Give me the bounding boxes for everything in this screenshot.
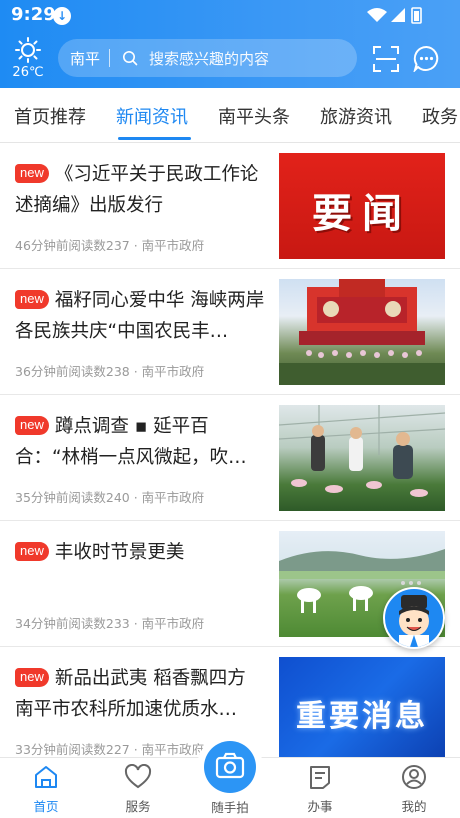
news-title-text: 新品出武夷 稻香飘四方 南平市农科所加速优质水…	[15, 668, 246, 720]
nav-profile[interactable]: 我的	[382, 764, 446, 815]
news-title[interactable]: new 丰收时节景更美	[15, 537, 267, 568]
news-title-text: 蹲点调查 ▪ 延平百合：“林梢一点风微起，吹…	[15, 416, 247, 468]
new-badge: new	[15, 542, 49, 561]
search-input[interactable]: 搜索感兴趣的内容	[149, 48, 269, 69]
tab-home-recommend[interactable]: 首页推荐	[14, 103, 86, 129]
snapshot-camera-button[interactable]	[204, 741, 256, 793]
nav-home[interactable]: 首页	[14, 764, 78, 815]
tab-nanping-headlines[interactable]: 南平头条	[218, 103, 290, 129]
user-icon	[402, 765, 426, 789]
download-icon: ↓	[53, 7, 71, 25]
app-screen: 9:29 ↓ 26℃ 南平 搜索感兴趣的内容 首页推荐 新闻资讯 南平头条 旅游…	[0, 0, 460, 818]
news-title[interactable]: new 福籽同心爱中华 海峡两岸各民族共庆“中国农民丰…	[15, 285, 267, 347]
city-selector[interactable]: 南平	[70, 48, 100, 69]
status-bar: 9:29 ↓	[0, 0, 460, 30]
news-item[interactable]: new 《习近平关于民政工作论述摘编》出版发行 46分钟前阅读数237 · 南平市…	[0, 143, 460, 269]
mascot-avatar-icon	[399, 595, 429, 647]
heart-icon	[124, 763, 152, 789]
news-meta: 35分钟前阅读数240 · 南平市政府	[15, 490, 205, 505]
search-bar[interactable]: 南平 搜索感兴趣的内容	[58, 39, 357, 77]
category-tabs: 首页推荐 新闻资讯 南平头条 旅游资讯 政务	[0, 88, 460, 142]
nav-affairs-label: 办事	[307, 799, 333, 814]
thumbnail-text: 要闻	[312, 190, 412, 237]
assistant-mascot-button[interactable]	[383, 587, 445, 649]
nav-profile-label: 我的	[401, 799, 427, 814]
header: 9:29 ↓ 26℃ 南平 搜索感兴趣的内容	[0, 0, 460, 88]
news-title[interactable]: new 《习近平关于民政工作论述摘编》出版发行	[15, 159, 267, 221]
message-icon[interactable]	[413, 45, 440, 72]
greenhouse-photo	[279, 405, 445, 497]
home-icon	[35, 766, 57, 788]
sun-icon	[15, 37, 41, 63]
news-meta: 36分钟前阅读数238 · 南平市政府	[15, 364, 205, 379]
search-divider	[109, 49, 110, 67]
weather-widget[interactable]: 26℃	[10, 37, 46, 81]
new-badge: new	[15, 290, 49, 309]
nav-snapshot-label: 随手拍	[211, 800, 249, 815]
news-title-text: 《习近平关于民政工作论述摘编》出版发行	[15, 164, 259, 216]
news-meta: 33分钟前阅读数227 · 南平市政府	[15, 742, 205, 757]
tab-travel[interactable]: 旅游资讯	[320, 103, 392, 129]
thumbnail-text: 重要消息	[296, 699, 428, 734]
nav-service[interactable]: 服务	[106, 763, 170, 815]
tab-news[interactable]: 新闻资讯	[116, 103, 188, 129]
nav-service-label: 服务	[125, 799, 151, 814]
news-title[interactable]: new 蹲点调查 ▪ 延平百合：“林梢一点风微起，吹…	[15, 411, 267, 473]
temperature: 26℃	[12, 65, 44, 80]
active-tab-indicator	[118, 137, 191, 140]
search-icon	[123, 51, 138, 66]
news-thumbnail[interactable]	[279, 405, 445, 511]
new-badge: new	[15, 668, 49, 687]
news-thumbnail[interactable]: 重要消息	[279, 657, 445, 763]
news-title-text: 丰收时节景更美	[54, 542, 185, 563]
nav-home-label: 首页	[33, 799, 59, 814]
new-badge: new	[15, 164, 49, 183]
news-thumbnail[interactable]	[279, 279, 445, 385]
nav-affairs[interactable]: 办事	[288, 764, 352, 815]
news-title[interactable]: new 新品出武夷 稻香飘四方 南平市农科所加速优质水…	[15, 663, 267, 725]
news-thumbnail[interactable]: 要闻	[279, 153, 445, 259]
tab-government[interactable]: 政务	[422, 103, 458, 129]
camera-icon	[215, 752, 245, 779]
news-title-text: 福籽同心爱中华 海峡两岸各民族共庆“中国农民丰…	[15, 290, 265, 342]
new-badge: new	[15, 416, 49, 435]
news-item[interactable]: new 福籽同心爱中华 海峡两岸各民族共庆“中国农民丰… 36分钟前阅读数238 …	[0, 269, 460, 395]
stage-photo	[279, 279, 445, 385]
news-meta: 34分钟前阅读数233 · 南平市政府	[15, 616, 205, 631]
document-icon	[310, 766, 330, 789]
status-time: 9:29	[11, 4, 56, 25]
scan-icon[interactable]	[373, 46, 399, 72]
system-status-icons	[367, 7, 422, 24]
news-meta: 46分钟前阅读数237 · 南平市政府	[15, 238, 205, 253]
news-item[interactable]: new 蹲点调查 ▪ 延平百合：“林梢一点风微起，吹… 35分钟前阅读数240 ·…	[0, 395, 460, 521]
